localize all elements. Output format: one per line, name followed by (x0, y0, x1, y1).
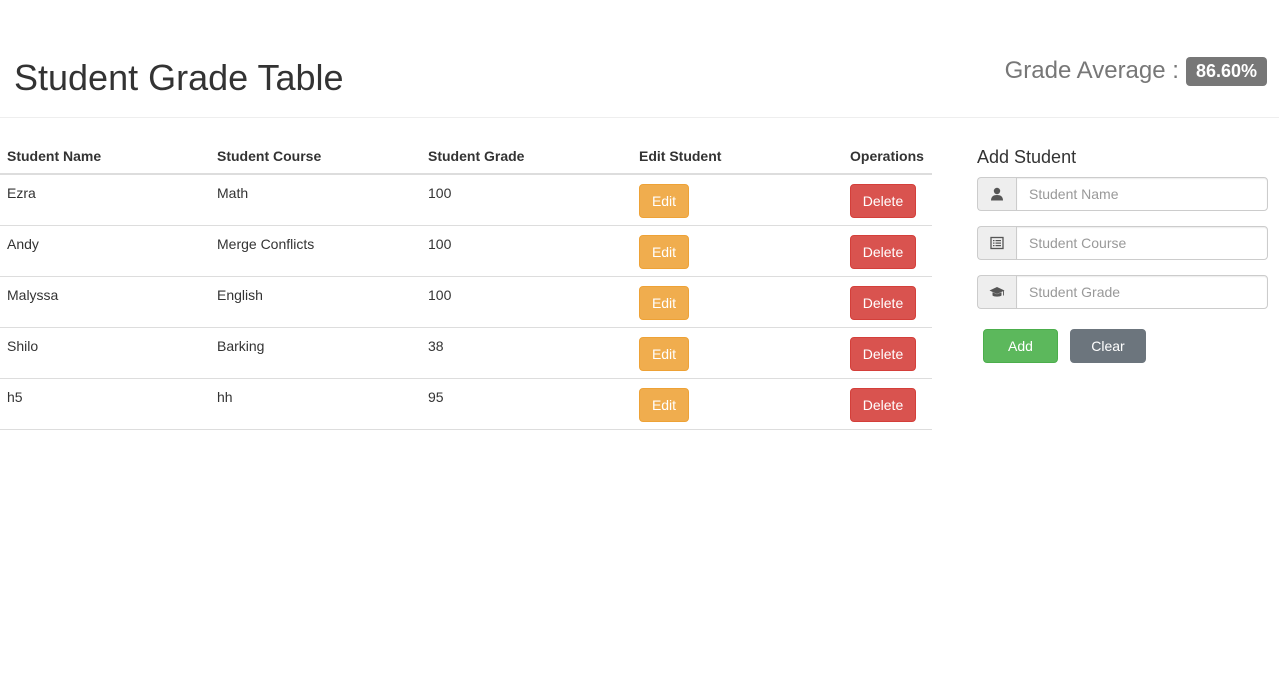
column-header-operations: Operations (843, 140, 932, 175)
grade-average: Grade Average : 86.60% (1005, 56, 1267, 86)
user-icon (977, 177, 1016, 211)
cell-operations: Delete (843, 378, 932, 430)
table-row: Ezra Math 100 Edit Delete (0, 174, 932, 226)
table-row: Andy Merge Conflicts 100 Edit Delete (0, 225, 932, 277)
cell-edit: Edit (632, 276, 843, 328)
student-grade-table: Student Name Student Course Student Grad… (0, 140, 932, 430)
graduation-cap-icon (977, 275, 1016, 309)
list-alt-icon (977, 226, 1016, 260)
cell-student-course: English (210, 276, 421, 328)
edit-button[interactable]: Edit (639, 388, 689, 422)
cell-student-grade: 100 (421, 174, 632, 226)
add-student-title: Add Student (977, 147, 1077, 167)
cell-edit: Edit (632, 378, 843, 430)
delete-button[interactable]: Delete (850, 184, 916, 218)
table-row: Shilo Barking 38 Edit Delete (0, 327, 932, 379)
delete-button[interactable]: Delete (850, 235, 916, 269)
student-grade-group (977, 275, 1268, 309)
delete-button[interactable]: Delete (850, 337, 916, 371)
table-body: Ezra Math 100 Edit Delete Andy Merge Con… (0, 174, 932, 430)
student-name-input[interactable] (1016, 177, 1268, 211)
grade-average-label: Grade Average : (1004, 57, 1179, 84)
table-header: Student Name Student Course Student Grad… (0, 140, 932, 175)
clear-button[interactable]: Clear (1070, 329, 1146, 363)
edit-button[interactable]: Edit (639, 337, 689, 371)
cell-student-name: Andy (0, 225, 210, 277)
cell-operations: Delete (843, 276, 932, 328)
page-header: Student Grade Table Grade Average : 86.6… (0, 0, 1279, 118)
cell-student-name: h5 (0, 378, 210, 430)
student-name-group (977, 177, 1268, 211)
cell-student-name: Malyssa (0, 276, 210, 328)
column-header-edit-student: Edit Student (632, 140, 843, 175)
add-button[interactable]: Add (983, 329, 1058, 363)
cell-student-grade: 95 (421, 378, 632, 430)
delete-button[interactable]: Delete (850, 286, 916, 320)
cell-student-name: Shilo (0, 327, 210, 379)
page-title: Student Grade Table (14, 57, 344, 98)
cell-student-course: hh (210, 378, 421, 430)
table-row: Malyssa English 100 Edit Delete (0, 276, 932, 328)
cell-student-grade: 38 (421, 327, 632, 379)
table-row: h5 hh 95 Edit Delete (0, 378, 932, 430)
cell-operations: Delete (843, 327, 932, 379)
edit-button[interactable]: Edit (639, 235, 689, 269)
grade-average-badge: 86.60% (1185, 56, 1267, 86)
delete-button[interactable]: Delete (850, 388, 916, 422)
cell-student-grade: 100 (421, 225, 632, 277)
column-header-student-grade: Student Grade (421, 140, 632, 175)
cell-student-course: Barking (210, 327, 421, 379)
cell-student-course: Merge Conflicts (210, 225, 421, 277)
student-course-group (977, 226, 1268, 260)
cell-edit: Edit (632, 174, 843, 226)
add-student-panel: Add Student Student Name Student Course … (977, 146, 1268, 363)
edit-button[interactable]: Edit (639, 184, 689, 218)
cell-edit: Edit (632, 327, 843, 379)
cell-student-grade: 100 (421, 276, 632, 328)
column-header-student-course: Student Course (210, 140, 421, 175)
cell-student-name: Ezra (0, 174, 210, 226)
cell-student-course: Math (210, 174, 421, 226)
student-course-input[interactable] (1016, 226, 1268, 260)
cell-edit: Edit (632, 225, 843, 277)
table-header-row: Student Name Student Course Student Grad… (0, 140, 932, 175)
cell-operations: Delete (843, 225, 932, 277)
edit-button[interactable]: Edit (639, 286, 689, 320)
cell-operations: Delete (843, 174, 932, 226)
column-header-student-name: Student Name (0, 140, 210, 175)
student-grade-input[interactable] (1016, 275, 1268, 309)
